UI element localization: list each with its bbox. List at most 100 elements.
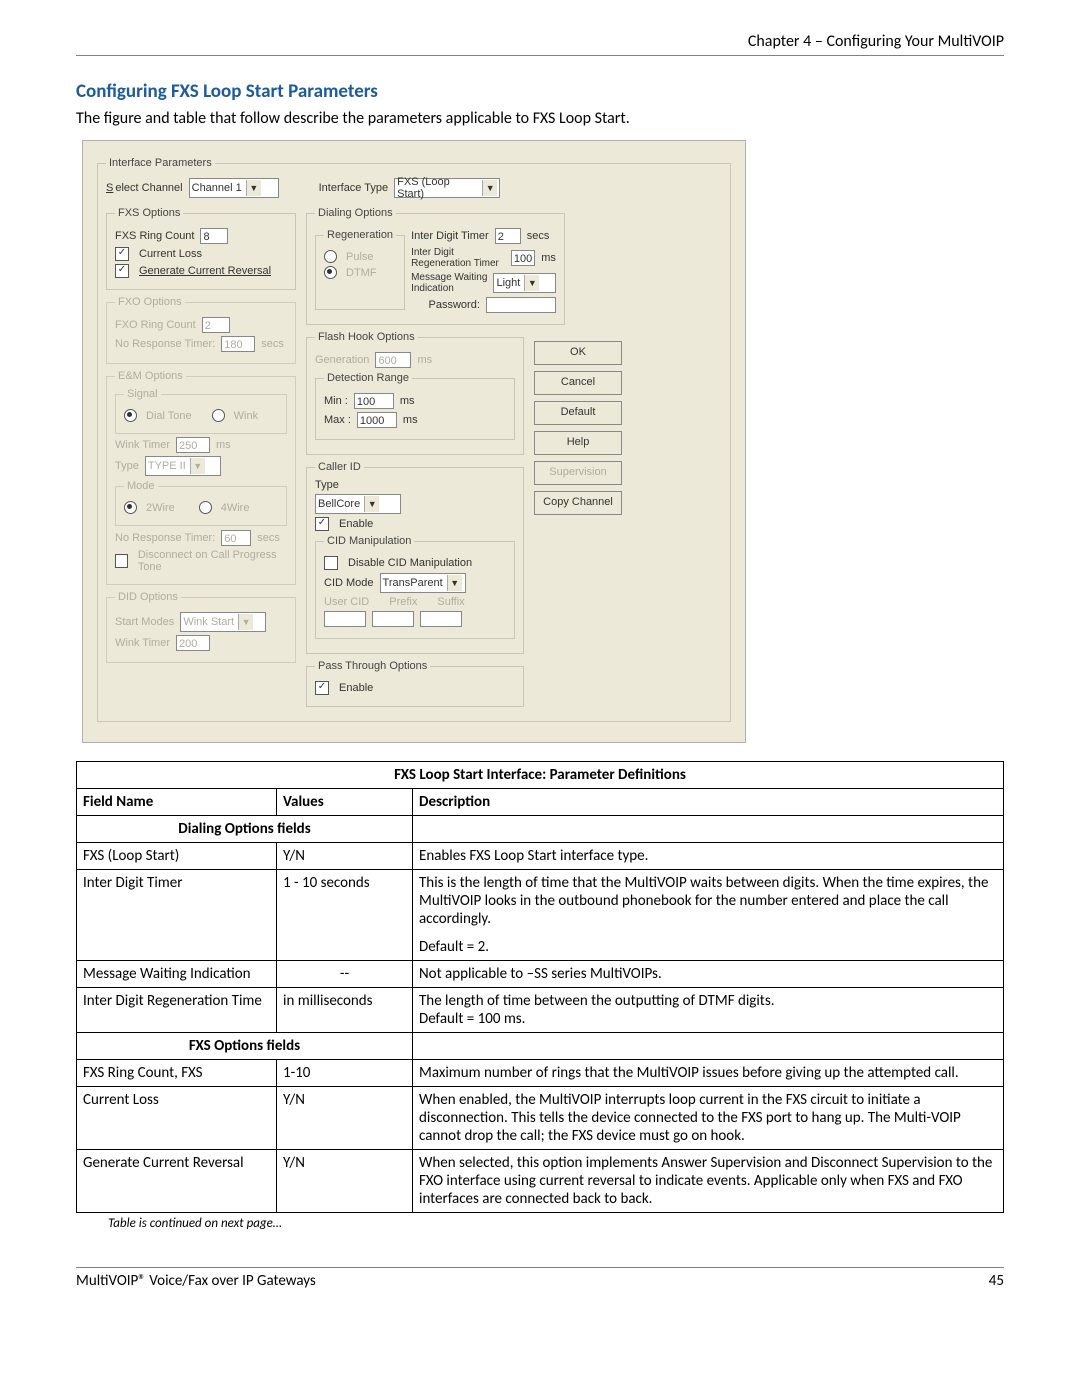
cid-mode-value: TransParent — [383, 577, 443, 589]
select-channel-label: S — [106, 182, 113, 194]
group-dialing-options: Dialing Options fields — [77, 816, 413, 843]
th-values: Values — [277, 789, 413, 816]
interface-parameters-dialog: Interface Parameters S elect Channel Cha… — [82, 140, 746, 743]
password-input[interactable] — [486, 297, 556, 313]
did-wink-timer-label: Wink Timer — [115, 637, 170, 649]
pass-through-legend: Pass Through Options — [315, 660, 430, 672]
help-button[interactable]: Help — [534, 431, 622, 455]
det-max-label: Max : — [324, 414, 351, 426]
inter-digit-timer-label: Inter Digit Timer — [411, 230, 489, 242]
mwi-value: Light — [496, 277, 520, 289]
ok-button[interactable]: OK — [534, 341, 622, 365]
dial-tone-label: Dial Tone — [146, 410, 192, 422]
disconnect-cpt-checkbox — [115, 554, 128, 568]
group-fxs-options: FXS Options fields — [77, 1033, 413, 1060]
interface-type-value: FXS (Loop Start) — [397, 176, 478, 200]
wink-timer-input: 250 — [176, 437, 210, 453]
inter-digit-regen-label: Inter Digit Regeneration Timer — [411, 247, 505, 269]
select-channel-label-text: elect Channel — [115, 182, 182, 194]
pass-through-group: Pass Through Options ✓ Enable — [306, 660, 524, 707]
table-row: Current Loss Y/N When enabled, the Multi… — [77, 1087, 1004, 1150]
inter-digit-regen-input[interactable]: 100 — [511, 250, 535, 266]
disable-cid-manip-checkbox[interactable] — [324, 556, 338, 570]
wink-radio — [212, 409, 225, 422]
dialing-options-group: Dialing Options Regeneration Pulse — [306, 207, 565, 325]
mode-2wire-label: 2Wire — [146, 502, 175, 514]
cancel-button[interactable]: Cancel — [534, 371, 622, 395]
regeneration-legend: Regeneration — [324, 229, 396, 241]
interface-type-dropdown[interactable]: FXS (Loop Start) ▼ — [394, 178, 500, 198]
chevron-down-icon: ▼ — [524, 275, 539, 291]
user-cid-input[interactable] — [324, 611, 366, 627]
fxo-options-group: FXO Options FXO Ring Count 2 No Response… — [106, 296, 296, 364]
det-min-input[interactable]: 100 — [354, 393, 394, 409]
mwi-dropdown[interactable]: Light ▼ — [493, 273, 555, 293]
detection-range-legend: Detection Range — [324, 372, 412, 384]
copy-channel-button[interactable]: Copy Channel — [534, 491, 622, 515]
intro-text: The figure and table that follow describ… — [76, 109, 1004, 128]
fxs-ring-count-input[interactable]: 8 — [200, 228, 228, 244]
start-modes-label: Start Modes — [115, 616, 174, 628]
em-options-group: E&M Options Signal Dial Tone Wink — [106, 370, 296, 585]
cid-type-dropdown[interactable]: BellCore ▼ — [315, 494, 401, 514]
det-min-unit: ms — [400, 395, 415, 407]
mode-2wire-radio — [124, 501, 137, 514]
chevron-down-icon: ▼ — [364, 496, 379, 512]
cid-manipulation-legend: CID Manipulation — [324, 535, 414, 547]
caller-id-legend: Caller ID — [315, 461, 364, 473]
did-wink-timer-input: 200 — [176, 635, 210, 651]
start-modes-dropdown: Wink Start ▼ — [180, 612, 266, 632]
mode-4wire-label: 4Wire — [221, 502, 250, 514]
detection-range-group: Detection Range Min : 100 ms Max : 1000 … — [315, 372, 515, 440]
select-channel-dropdown[interactable]: Channel 1 ▼ — [189, 178, 279, 198]
prefix-label: Prefix — [389, 596, 417, 608]
wink-timer-label: Wink Timer — [115, 439, 170, 451]
table-row: Inter Digit Timer 1 - 10 seconds This is… — [77, 870, 1004, 961]
em-no-response-input: 60 — [221, 530, 251, 546]
table-title: FXS Loop Start Interface: Parameter Defi… — [77, 762, 1004, 789]
chevron-down-icon: ▼ — [238, 614, 253, 630]
interface-params-legend: Interface Parameters — [106, 157, 215, 169]
flash-gen-label: Generation — [315, 354, 369, 366]
interface-type-label: Interface Type — [319, 182, 389, 194]
flash-hook-legend: Flash Hook Options — [315, 331, 418, 343]
prefix-input[interactable] — [372, 611, 414, 627]
current-loss-label: Current Loss — [139, 248, 202, 260]
parameter-definitions-table: FXS Loop Start Interface: Parameter Defi… — [76, 761, 1004, 1213]
group1-desc — [413, 816, 1004, 843]
signal-legend: Signal — [124, 388, 161, 400]
gen-current-reversal-checkbox[interactable]: ✓ — [115, 264, 129, 278]
chevron-down-icon: ▼ — [482, 180, 497, 196]
cid-mode-dropdown[interactable]: TransParent ▼ — [380, 573, 466, 593]
cid-enable-checkbox[interactable]: ✓ — [315, 517, 329, 531]
th-field: Field Name — [77, 789, 277, 816]
cell-text: This is the length of time that the Mult… — [419, 874, 997, 928]
did-options-legend: DID Options — [115, 591, 181, 603]
wink-label: Wink — [234, 410, 258, 422]
table-continued-note: Table is continued on next page… — [108, 1216, 1004, 1231]
det-max-input[interactable]: 1000 — [357, 412, 397, 428]
fxo-ring-count-label: FXO Ring Count — [115, 319, 196, 331]
det-max-unit: ms — [403, 414, 418, 426]
default-button[interactable]: Default — [534, 401, 622, 425]
flash-hook-group: Flash Hook Options Generation 600 ms Det… — [306, 331, 524, 455]
inter-digit-timer-input[interactable]: 2 — [495, 228, 521, 244]
cell-text: The length of time between the outputtin… — [419, 992, 997, 1010]
select-channel-value: Channel 1 — [192, 182, 242, 194]
cell-text: Default = 100 ms. — [419, 1010, 997, 1028]
mode-legend: Mode — [124, 480, 158, 492]
table-row: Generate Current Reversal Y/N When selec… — [77, 1150, 1004, 1213]
inter-digit-regen-unit: ms — [541, 252, 556, 264]
pulse-radio — [324, 250, 337, 263]
pass-through-enable-checkbox[interactable]: ✓ — [315, 681, 329, 695]
button-column: OK Cancel Default Help Supervision Copy … — [534, 335, 634, 713]
suffix-input[interactable] — [420, 611, 462, 627]
disable-cid-manip-label: Disable CID Manipulation — [348, 557, 472, 569]
start-modes-value: Wink Start — [183, 616, 234, 628]
em-type-dropdown: TYPE II ▼ — [145, 456, 221, 476]
dialing-options-legend: Dialing Options — [315, 207, 396, 219]
current-loss-checkbox[interactable]: ✓ — [115, 247, 129, 261]
cid-enable-label: Enable — [339, 518, 373, 530]
footer-page-number: 45 — [989, 1272, 1004, 1290]
supervision-button: Supervision — [534, 461, 622, 485]
